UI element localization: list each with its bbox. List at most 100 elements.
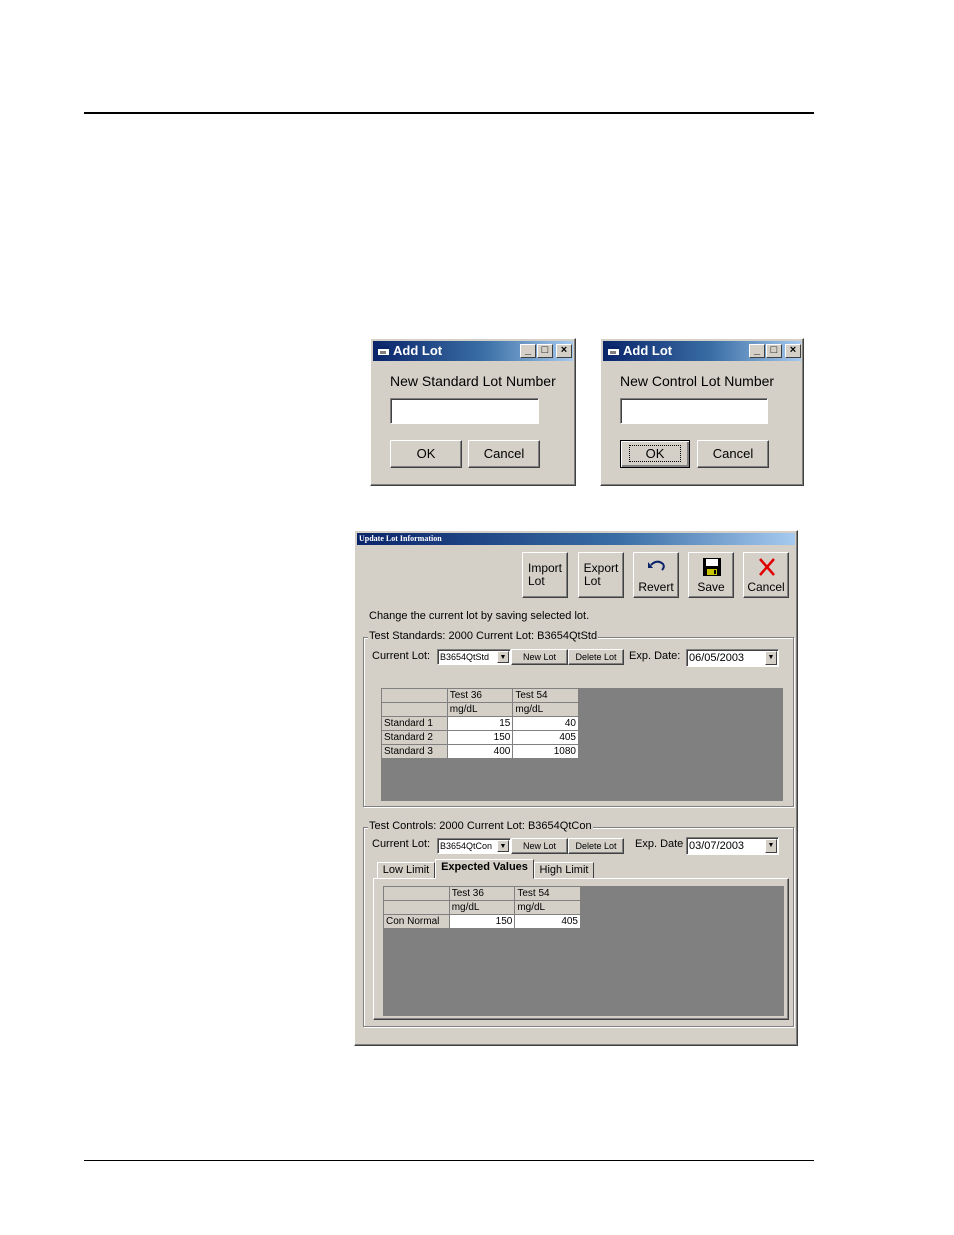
chevron-down-icon[interactable]: ▼ [497,651,509,663]
dialog-title: Add Lot [393,343,443,358]
column-header: Test 54 [512,688,579,703]
tab-high-limit[interactable]: High Limit [534,862,594,879]
lot-number-input[interactable] [620,398,768,424]
import-lot-button[interactable]: Import Lot [522,552,568,598]
ok-label: OK [416,446,436,461]
controls-table: Test 36 Test 54 mg/dL mg/dL Con Normal 1… [383,886,581,929]
export-label-line2: Lot [584,574,601,588]
save-button[interactable]: Save [688,552,734,598]
app-icon [378,346,389,355]
test-controls-group-label: Test Controls: 2000 Current Lot: B3654Qt… [368,820,593,832]
ok-button[interactable]: OK [620,440,690,468]
import-label-line2: Lot [528,574,545,588]
value-cell[interactable]: 405 [512,730,579,745]
control-lot-value: B3654QtCon [440,841,493,851]
delete-lot-button[interactable]: Delete Lot [568,649,624,665]
standard-lot-select[interactable]: B3654QtStd ▼ [437,649,511,665]
value-cell[interactable]: 150 [446,730,514,745]
lot-number-label: New Standard Lot Number [390,373,556,389]
exp-date-value: 06/05/2003 [689,652,745,664]
maximize-button[interactable]: □ [766,344,782,358]
value-cell[interactable]: 405 [514,914,581,929]
unit-cell: mg/dL [448,900,516,915]
column-header: Test 54 [514,886,581,901]
maximize-button[interactable]: □ [537,344,553,358]
cancel-button[interactable]: Cancel [743,552,789,598]
window-title: Update Lot Information [357,533,795,545]
lot-number-input[interactable] [390,398,539,424]
corner-cell [383,886,450,901]
table-row: Standard 3 400 1080 [381,744,579,759]
tab-low-limit[interactable]: Low Limit [377,862,435,879]
value-cell[interactable]: 150 [448,914,516,929]
instruction-text: Change the current lot by saving selecte… [369,610,590,622]
table-header-row: Test 36 Test 54 [383,886,581,901]
dialog-title: Add Lot [623,343,673,358]
delete-lot-button[interactable]: Delete Lot [568,838,624,854]
export-lot-button[interactable]: Export Lot [578,552,624,598]
new-lot-label: New Lot [522,652,557,662]
value-cell[interactable]: 40 [512,716,579,731]
delete-lot-label: Delete Lot [575,652,617,662]
exp-date-label: Exp. Date [635,838,684,850]
chevron-down-icon[interactable]: ▼ [765,839,777,853]
control-exp-date-picker[interactable]: 03/07/2003 ▼ [686,837,779,855]
cancel-button[interactable]: Cancel [468,440,540,468]
close-button[interactable]: × [556,344,572,358]
title-bar: Add Lot _ □ × [373,341,573,361]
minimize-button[interactable]: _ [749,344,765,358]
revert-label: Revert [638,580,674,594]
new-lot-label: New Lot [522,841,557,851]
chevron-down-icon[interactable]: ▼ [497,840,509,852]
row-header: Standard 2 [381,730,448,745]
cancel-button[interactable]: Cancel [697,440,769,468]
cancel-label: Cancel [712,446,754,461]
standard-exp-date-picker[interactable]: 06/05/2003 ▼ [686,649,779,667]
unit-cell: mg/dL [512,702,579,717]
value-cell[interactable]: 15 [446,716,514,731]
new-lot-button[interactable]: New Lot [511,649,568,665]
exp-date-value: 03/07/2003 [689,840,745,852]
column-header: Test 36 [448,886,516,901]
export-lot-label: Export Lot [579,562,623,588]
corner-cell [383,900,450,915]
row-header: Standard 1 [381,716,448,731]
new-lot-button[interactable]: New Lot [511,838,568,854]
undo-icon [648,560,665,571]
units-row: mg/dL mg/dL [383,900,581,915]
revert-button[interactable]: Revert [633,552,679,598]
unit-cell: mg/dL [514,900,581,915]
minimize-button[interactable]: _ [520,344,536,358]
import-lot-label: Import Lot [523,562,567,588]
top-rule [84,112,814,114]
tab-label: Expected Values [441,861,528,873]
ok-label: OK [628,445,682,462]
chevron-down-icon[interactable]: ▼ [765,651,777,665]
table-header-row: Test 36 Test 54 [381,688,579,703]
current-lot-label: Current Lot: [372,838,431,850]
test-standards-group-label: Test Standards: 2000 Current Lot: B3654Q… [368,630,599,642]
current-lot-label: Current Lot: [372,650,431,662]
cancel-label: Cancel [483,446,525,461]
tab-label: High Limit [539,864,589,876]
ok-button[interactable]: OK [390,440,462,468]
delete-lot-label: Delete Lot [575,841,617,851]
save-label: Save [697,580,725,594]
tab-expected-values[interactable]: Expected Values [435,859,534,879]
close-icon [759,558,775,576]
update-lot-window: Update Lot Information Import Lot Export… [354,530,798,1046]
close-button[interactable]: × [785,344,801,358]
table-row: Standard 2 150 405 [381,730,579,745]
value-cell[interactable]: 400 [446,744,514,759]
standard-lot-value: B3654QtStd [440,652,490,662]
app-icon [608,346,619,355]
units-row: mg/dL mg/dL [381,702,579,717]
control-lot-select[interactable]: B3654QtCon ▼ [437,838,511,854]
corner-cell [381,688,448,703]
add-standard-lot-dialog: Add Lot _ □ × New Standard Lot Number OK… [370,338,576,486]
add-control-lot-dialog: Add Lot _ □ × New Control Lot Number OK … [600,338,804,486]
floppy-disk-icon [703,558,721,576]
column-header: Test 36 [446,688,514,703]
row-header: Con Normal [383,914,450,929]
value-cell[interactable]: 1080 [512,744,579,759]
